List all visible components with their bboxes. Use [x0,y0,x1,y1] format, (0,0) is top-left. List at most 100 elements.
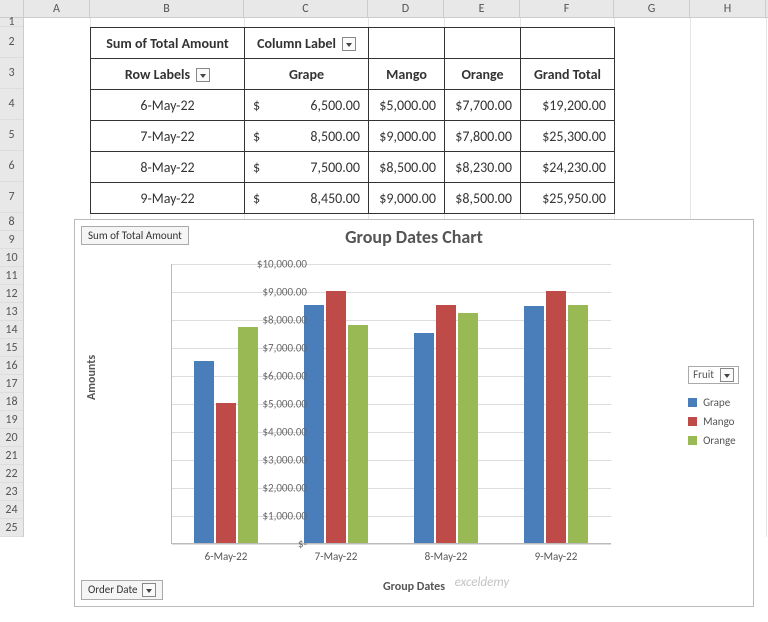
row-header-22[interactable]: 22 [0,465,23,483]
row-header-11[interactable]: 11 [0,267,23,285]
table-row[interactable]: 7-May-228,500.00$9,000.00$7,800.00$25,30… [91,121,615,152]
dropdown-icon[interactable] [342,37,356,51]
row-label[interactable]: 6-May-22 [91,90,245,121]
chart-filter-order-button[interactable]: Order Date [81,580,163,600]
row-header-18[interactable]: 18 [0,393,23,411]
row-header-9[interactable]: 9 [0,231,23,249]
row-header-1[interactable]: 1 [0,18,23,27]
bar-mango[interactable] [546,291,566,543]
cell-mango[interactable]: $5,000.00 [369,90,445,121]
row-header-16[interactable]: 16 [0,357,23,375]
chart-x-axis-label: Group Dates [383,580,445,594]
pivot-chart[interactable]: Sum of Total Amount Order Date Group Dat… [74,219,754,607]
cell-total[interactable]: $25,950.00 [521,183,615,214]
pivot-col-total[interactable]: Grand Total [521,59,615,90]
bar-mango[interactable] [326,291,346,543]
col-header-E[interactable]: E [444,0,520,17]
row-header-8[interactable]: 8 [0,213,23,231]
cell-total[interactable]: $25,300.00 [521,121,615,152]
pivot-col-grape[interactable]: Grape [245,59,369,90]
col-header-F[interactable]: F [520,0,614,17]
row-header-25[interactable]: 25 [0,519,23,537]
cell-mango[interactable]: $9,000.00 [369,183,445,214]
row-header-4[interactable]: 4 [0,89,23,120]
y-tick: $2,000.00 [227,482,307,495]
y-tick: $10,000.00 [227,258,307,271]
cell-grape[interactable]: 7,500.00 [245,152,369,183]
row-header-14[interactable]: 14 [0,321,23,339]
y-tick: $1,000.00 [227,510,307,523]
row-header-2[interactable]: 2 [0,27,23,58]
pivot-row-header[interactable]: Row Labels [91,59,245,90]
row-header-10[interactable]: 10 [0,249,23,267]
bar-grape[interactable] [304,305,324,543]
row-header-12[interactable]: 12 [0,285,23,303]
swatch-icon [688,398,697,407]
cell-mango[interactable]: $8,500.00 [369,152,445,183]
pivot-col-orange[interactable]: Orange [445,59,521,90]
row-header-13[interactable]: 13 [0,303,23,321]
swatch-icon [688,436,697,445]
cell-grape[interactable]: 6,500.00 [245,90,369,121]
bar-orange[interactable] [458,313,478,543]
cell-total[interactable]: $19,200.00 [521,90,615,121]
row-header-23[interactable]: 23 [0,483,23,501]
x-tick: 9-May-22 [506,550,606,563]
legend-item: Orange [688,434,739,447]
cell-orange[interactable]: $7,700.00 [445,90,521,121]
bar-grape[interactable] [524,306,544,543]
row-header-20[interactable]: 20 [0,429,23,447]
pivot-table[interactable]: Sum of Total Amount Column Label Row Lab… [90,27,615,214]
chart-filter-sum-button[interactable]: Sum of Total Amount [81,226,189,245]
y-tick: $4,000.00 [227,426,307,439]
bar-mango[interactable] [436,305,456,543]
row-header-3[interactable]: 3 [0,58,23,89]
bar-orange[interactable] [568,305,588,543]
pivot-col-mango[interactable]: Mango [369,59,445,90]
row-header-5[interactable]: 5 [0,120,23,151]
pivot-col-label[interactable]: Column Label [245,28,369,59]
bar-grape[interactable] [194,361,214,543]
row-header-17[interactable]: 17 [0,375,23,393]
cell-orange[interactable]: $7,800.00 [445,121,521,152]
legend-item: Mango [688,415,739,428]
col-header-G[interactable]: G [614,0,690,17]
row-header-21[interactable]: 21 [0,447,23,465]
y-tick: $9,000.00 [227,286,307,299]
table-row[interactable]: 6-May-226,500.00$5,000.00$7,700.00$19,20… [91,90,615,121]
row-label[interactable]: 8-May-22 [91,152,245,183]
col-header-B[interactable]: B [90,0,244,17]
row-header-7[interactable]: 7 [0,182,23,213]
cell-total[interactable]: $24,230.00 [521,152,615,183]
dropdown-icon[interactable] [196,68,210,82]
legend-title-button[interactable]: Fruit [688,366,739,384]
dropdown-icon[interactable] [720,368,734,382]
row-header-24[interactable]: 24 [0,501,23,519]
col-header-A[interactable]: A [24,0,90,17]
table-row[interactable]: 9-May-228,450.00$9,000.00$8,500.00$25,95… [91,183,615,214]
col-header-D[interactable]: D [368,0,444,17]
row-header-15[interactable]: 15 [0,339,23,357]
row-label[interactable]: 9-May-22 [91,183,245,214]
y-tick: $5,000.00 [227,398,307,411]
pivot-blank [521,28,615,59]
cell-orange[interactable]: $8,500.00 [445,183,521,214]
pivot-corner: Sum of Total Amount [91,28,245,59]
bar-orange[interactable] [348,325,368,543]
table-row[interactable]: 8-May-227,500.00$8,500.00$8,230.00$24,23… [91,152,615,183]
cell-mango[interactable]: $9,000.00 [369,121,445,152]
worksheet: ABCDEFGH 1234567891011121314151617181920… [0,0,768,537]
col-header-C[interactable]: C [244,0,368,17]
cell-grape[interactable]: 8,450.00 [245,183,369,214]
x-tick: 7-May-22 [286,550,386,563]
dropdown-icon[interactable] [142,583,156,597]
row-label[interactable]: 7-May-22 [91,121,245,152]
bar-grape[interactable] [414,333,434,543]
cell-orange[interactable]: $8,230.00 [445,152,521,183]
row-header-6[interactable]: 6 [0,151,23,182]
legend-item: Grape [688,396,739,409]
col-header-H[interactable]: H [690,0,766,17]
swatch-icon [688,417,697,426]
cell-grape[interactable]: 8,500.00 [245,121,369,152]
row-header-19[interactable]: 19 [0,411,23,429]
